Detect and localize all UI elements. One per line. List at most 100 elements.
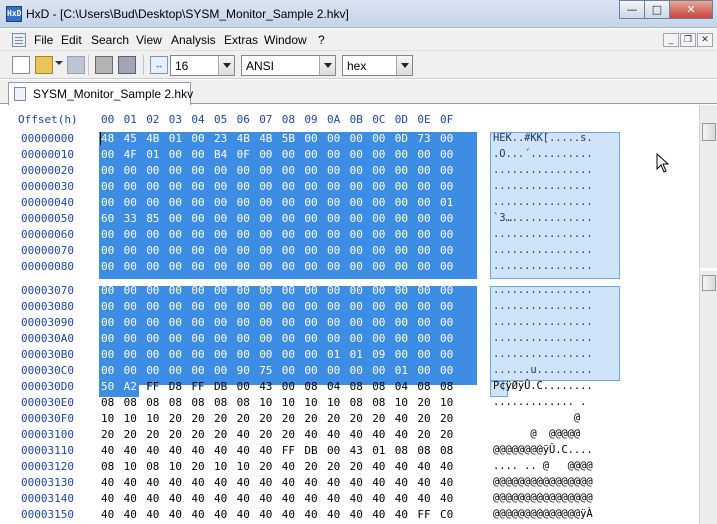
hex-byte[interactable]: 08 — [304, 380, 317, 393]
hex-byte[interactable]: 00 — [440, 180, 453, 193]
menu-view[interactable]: View — [136, 33, 162, 47]
hex-byte[interactable]: 00 — [282, 212, 295, 225]
hex-byte[interactable]: 00 — [304, 316, 317, 329]
text-column-row[interactable]: ................ — [493, 284, 593, 296]
hex-byte[interactable]: D8 — [169, 380, 182, 393]
hex-byte[interactable]: 00 — [395, 244, 408, 257]
hex-byte[interactable]: 00 — [350, 316, 363, 329]
hex-byte[interactable]: 75 — [259, 364, 272, 377]
hex-byte[interactable]: 00 — [101, 148, 114, 161]
hex-byte[interactable]: 00 — [237, 196, 250, 209]
text-column-row[interactable]: .... .. @ @@@@ — [493, 460, 593, 472]
hex-byte[interactable]: 00 — [395, 284, 408, 297]
menu-extras[interactable]: Extras — [224, 33, 258, 47]
hex-byte[interactable]: 00 — [282, 316, 295, 329]
hex-byte[interactable]: 00 — [417, 196, 430, 209]
hex-byte[interactable]: 00 — [101, 348, 114, 361]
hex-byte[interactable]: 00 — [440, 212, 453, 225]
hex-byte[interactable]: 00 — [259, 316, 272, 329]
hex-byte[interactable]: 00 — [259, 228, 272, 241]
hex-byte[interactable]: 00 — [440, 164, 453, 177]
hex-byte[interactable]: 00 — [282, 196, 295, 209]
hex-byte[interactable]: 00 — [237, 228, 250, 241]
hex-byte[interactable]: 00 — [169, 196, 182, 209]
hex-byte[interactable]: 5B — [282, 132, 295, 145]
hex-byte[interactable]: 40 — [237, 428, 250, 441]
hex-byte[interactable]: 40 — [214, 444, 227, 457]
hex-byte[interactable]: 00 — [327, 260, 340, 273]
hex-byte[interactable]: 40 — [214, 492, 227, 505]
hex-byte[interactable]: 20 — [304, 412, 317, 425]
hex-byte[interactable]: 00 — [237, 244, 250, 257]
text-column-row[interactable]: ............. . — [493, 396, 586, 408]
hex-byte[interactable]: 00 — [372, 332, 385, 345]
hex-byte[interactable]: 01 — [327, 348, 340, 361]
hex-byte[interactable]: 01 — [146, 148, 159, 161]
text-column-row[interactable]: @ @@@@@ — [493, 428, 593, 440]
hex-byte[interactable]: 08 — [440, 444, 453, 457]
hex-byte[interactable]: 00 — [304, 164, 317, 177]
hex-byte[interactable]: 00 — [237, 212, 250, 225]
hex-byte[interactable]: 20 — [304, 460, 317, 473]
hex-byte[interactable]: 00 — [304, 212, 317, 225]
hex-byte[interactable]: 00 — [417, 364, 430, 377]
open-disk-icon[interactable] — [118, 56, 136, 74]
hex-byte[interactable]: 10 — [237, 460, 250, 473]
hex-byte[interactable]: 00 — [101, 164, 114, 177]
hex-byte[interactable]: 20 — [214, 428, 227, 441]
hex-byte[interactable]: 20 — [327, 412, 340, 425]
hex-byte[interactable]: 00 — [259, 244, 272, 257]
hex-byte[interactable]: 20 — [282, 412, 295, 425]
hex-byte[interactable]: 40 — [191, 508, 204, 521]
hex-byte[interactable]: DB — [304, 444, 317, 457]
hex-byte[interactable]: 40 — [101, 476, 114, 489]
hex-byte[interactable]: 00 — [124, 284, 137, 297]
hex-byte[interactable]: 40 — [372, 492, 385, 505]
document-minimize-button[interactable]: _ — [663, 33, 679, 47]
hex-byte[interactable]: 00 — [237, 284, 250, 297]
hex-byte[interactable]: 40 — [101, 492, 114, 505]
hex-byte[interactable]: 00 — [259, 332, 272, 345]
hex-byte[interactable]: 00 — [237, 260, 250, 273]
hex-byte[interactable]: 20 — [417, 396, 430, 409]
hex-byte[interactable]: 00 — [327, 228, 340, 241]
hex-byte[interactable]: 00 — [304, 348, 317, 361]
hex-byte[interactable]: 40 — [101, 444, 114, 457]
hex-byte[interactable]: 00 — [101, 332, 114, 345]
hex-byte[interactable]: 00 — [350, 260, 363, 273]
text-column-row[interactable]: ................ — [493, 164, 593, 176]
hex-byte[interactable]: 08 — [237, 396, 250, 409]
hex-byte[interactable]: 04 — [395, 380, 408, 393]
hex-byte[interactable]: 40 — [191, 492, 204, 505]
hex-byte[interactable]: 00 — [124, 244, 137, 257]
hex-byte[interactable]: 20 — [440, 412, 453, 425]
hex-byte[interactable]: 00 — [417, 316, 430, 329]
save-icon[interactable] — [67, 56, 85, 74]
hex-byte[interactable]: 40 — [124, 508, 137, 521]
hex-byte[interactable]: 08 — [191, 396, 204, 409]
menu-analysis[interactable]: Analysis — [171, 33, 216, 47]
hex-byte[interactable]: 00 — [259, 148, 272, 161]
hex-byte[interactable]: 00 — [191, 212, 204, 225]
hex-byte[interactable]: 00 — [304, 148, 317, 161]
hex-byte[interactable]: 00 — [395, 332, 408, 345]
hex-byte[interactable]: 40 — [372, 476, 385, 489]
hex-byte[interactable]: 00 — [282, 164, 295, 177]
text-column-row[interactable]: .O...´.......... — [493, 148, 593, 160]
hex-byte[interactable]: 00 — [350, 364, 363, 377]
hex-byte[interactable]: 40 — [327, 428, 340, 441]
hex-byte[interactable]: 00 — [146, 180, 159, 193]
hex-byte[interactable]: 00 — [146, 300, 159, 313]
hex-byte[interactable]: 40 — [304, 508, 317, 521]
hex-byte[interactable]: 00 — [440, 132, 453, 145]
document-icon[interactable] — [12, 33, 26, 47]
hex-byte[interactable]: 40 — [350, 492, 363, 505]
hex-byte[interactable]: 00 — [214, 180, 227, 193]
menu-window[interactable]: Window — [264, 33, 307, 47]
hex-byte[interactable]: 40 — [259, 476, 272, 489]
hex-byte[interactable]: 00 — [214, 332, 227, 345]
hex-byte[interactable]: 00 — [440, 364, 453, 377]
hex-byte[interactable]: 40 — [237, 508, 250, 521]
hex-byte[interactable]: 4B — [259, 132, 272, 145]
hex-byte[interactable]: 10 — [101, 412, 114, 425]
